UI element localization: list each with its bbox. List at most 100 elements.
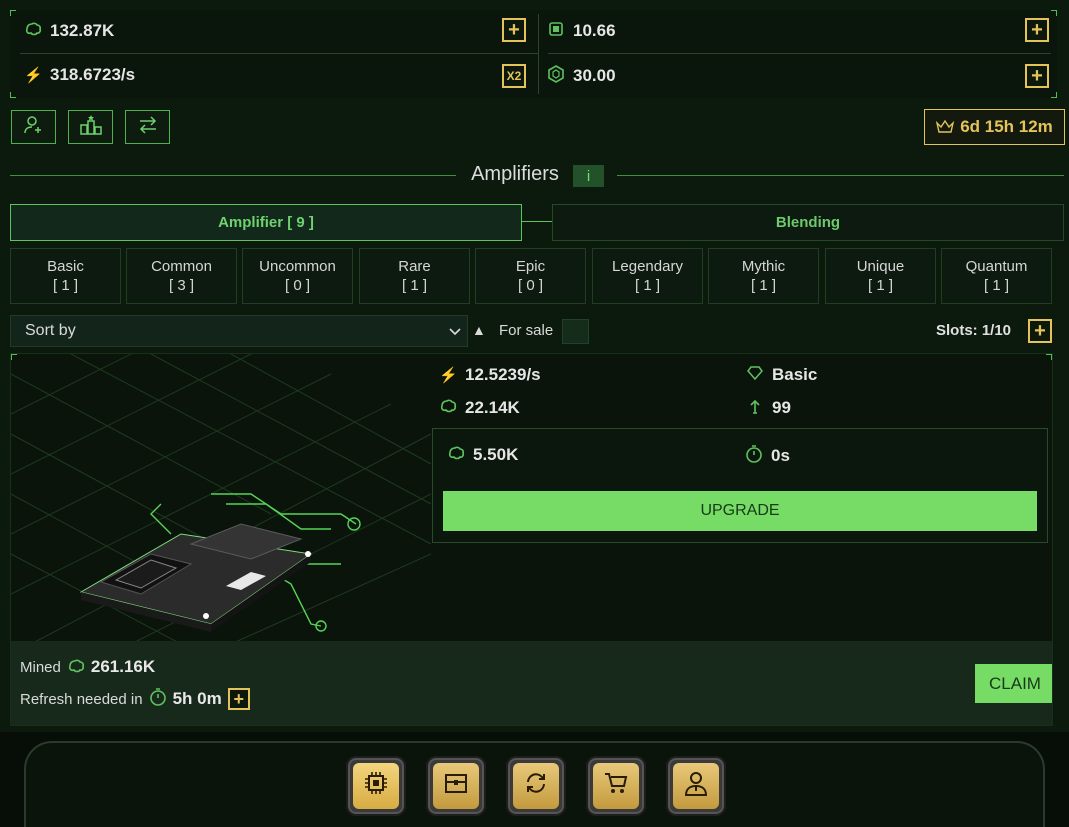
brain-balance: 132.87K bbox=[24, 21, 114, 41]
rarity-filter-basic[interactable]: Basic [ 1 ] bbox=[10, 248, 121, 304]
info-button[interactable]: i bbox=[573, 165, 604, 187]
rarity-name: Legendary bbox=[612, 258, 683, 275]
lightning-icon: ⚡ bbox=[24, 67, 43, 84]
swap-arrows-icon bbox=[138, 115, 158, 139]
brain-icon bbox=[439, 399, 457, 417]
chest-icon bbox=[443, 771, 469, 801]
amplifier-level: 99 bbox=[746, 398, 791, 418]
upgrade-time: 0s bbox=[745, 445, 790, 467]
mining-rate: ⚡ 318.6723/s bbox=[24, 65, 135, 85]
rarity-filter-common[interactable]: Common [ 3 ] bbox=[126, 248, 237, 304]
nav-exchange[interactable] bbox=[506, 756, 566, 816]
tab-blending[interactable]: Blending bbox=[552, 204, 1064, 241]
triangle-up-icon: ▲ bbox=[472, 322, 486, 338]
multiplier-button[interactable]: X2 bbox=[502, 64, 526, 88]
corner-decoration bbox=[1046, 354, 1052, 360]
plus-icon: + bbox=[233, 689, 244, 709]
tab-amplifier[interactable]: Amplifier [ 9 ] bbox=[10, 204, 522, 241]
brain-icon bbox=[447, 446, 465, 464]
divider bbox=[548, 53, 1051, 54]
leaderboard-button[interactable] bbox=[68, 110, 113, 144]
for-sale-checkbox[interactable] bbox=[562, 319, 589, 344]
add-gems-button[interactable]: + bbox=[1025, 18, 1049, 42]
rarity-name: Basic bbox=[47, 258, 84, 275]
refresh-row: Refresh needed in 5h 0m + bbox=[20, 688, 250, 710]
add-user-icon bbox=[23, 115, 44, 140]
user-icon bbox=[684, 770, 708, 802]
refresh-arrows-icon bbox=[523, 770, 549, 802]
nav-profile[interactable] bbox=[666, 756, 726, 816]
upgrade-cost: 5.50K bbox=[447, 445, 518, 465]
rarity-count: [ 3 ] bbox=[168, 277, 194, 294]
plus-icon: + bbox=[508, 19, 520, 41]
tab-blending-label: Blending bbox=[775, 214, 841, 231]
amplifier-brain-value: 22.14K bbox=[465, 398, 520, 417]
add-brain-button[interactable]: + bbox=[502, 18, 526, 42]
amplifier-chip-image bbox=[11, 354, 431, 644]
chip-gem-icon bbox=[547, 21, 565, 41]
rarity-filter-epic[interactable]: Epic [ 0 ] bbox=[475, 248, 586, 304]
rarity-filter-uncommon[interactable]: Uncommon [ 0 ] bbox=[242, 248, 353, 304]
season-timer[interactable]: 6d 15h 12m bbox=[924, 109, 1065, 145]
title-divider-left bbox=[10, 175, 456, 176]
mining-rate-value: 318.6723/s bbox=[50, 65, 136, 84]
level-up-arrow-icon bbox=[746, 398, 764, 418]
rarity-name: Unique bbox=[856, 258, 905, 275]
rarity-filter-mythic[interactable]: Mythic [ 1 ] bbox=[708, 248, 819, 304]
cpu-chip-icon bbox=[363, 770, 389, 802]
rarity-name: Uncommon bbox=[259, 258, 336, 275]
stopwatch-icon bbox=[745, 445, 763, 467]
info-icon: i bbox=[586, 167, 591, 185]
sort-direction-toggle[interactable]: ▲ bbox=[472, 322, 486, 338]
upgrade-cost-value: 5.50K bbox=[473, 445, 519, 464]
corner-decoration bbox=[1051, 92, 1057, 98]
rarity-filter-rare[interactable]: Rare [ 1 ] bbox=[359, 248, 470, 304]
tab-amplifier-label: Amplifier [ 9 ] bbox=[218, 214, 314, 231]
corner-decoration bbox=[10, 10, 16, 16]
divider bbox=[20, 53, 538, 54]
heart-outline-icon bbox=[746, 366, 764, 384]
nav-chest[interactable] bbox=[426, 756, 486, 816]
invite-friend-button[interactable] bbox=[11, 110, 56, 144]
add-tokens-button[interactable]: + bbox=[1025, 64, 1049, 88]
rarity-count: [ 1 ] bbox=[401, 277, 427, 294]
rarity-filter-legendary[interactable]: Legendary [ 1 ] bbox=[592, 248, 703, 304]
sort-select-label: Sort by bbox=[25, 322, 76, 339]
mined-row: Mined 261.16K bbox=[20, 657, 155, 677]
token-balance: 30.00 bbox=[547, 65, 616, 87]
divider bbox=[538, 14, 539, 94]
amplifier-rarity: Basic bbox=[746, 365, 817, 385]
add-slot-button[interactable]: + bbox=[1028, 319, 1052, 343]
upgrade-button[interactable]: UPGRADE bbox=[443, 491, 1037, 531]
brain-icon bbox=[24, 22, 42, 40]
rarity-count: [ 0 ] bbox=[517, 277, 543, 294]
chevron-down-icon bbox=[449, 324, 461, 339]
rarity-filter-quantum[interactable]: Quantum [ 1 ] bbox=[941, 248, 1052, 304]
brain-icon bbox=[67, 659, 85, 676]
multiplier-label: X2 bbox=[506, 69, 522, 83]
rarity-count: [ 0 ] bbox=[284, 277, 310, 294]
rarity-name: Mythic bbox=[741, 258, 786, 275]
refresh-value: 5h 0m bbox=[172, 689, 222, 708]
rarity-count: [ 1 ] bbox=[52, 277, 78, 294]
refresh-add-button[interactable]: + bbox=[227, 688, 250, 710]
claim-button[interactable]: CLAIM bbox=[975, 664, 1052, 703]
corner-decoration bbox=[1051, 10, 1057, 16]
rarity-count: [ 1 ] bbox=[750, 277, 776, 294]
nav-shop[interactable] bbox=[586, 756, 646, 816]
brain-balance-value: 132.87K bbox=[50, 21, 115, 40]
nav-amplifiers[interactable] bbox=[346, 756, 406, 816]
sort-select[interactable]: Sort by bbox=[10, 315, 468, 347]
amplifier-card[interactable]: ⚡ 12.5239/s Basic 22.14K 99 5.50K 0s UPG… bbox=[10, 353, 1053, 726]
lightning-icon: ⚡ bbox=[439, 367, 458, 384]
amplifier-brain: 22.14K bbox=[439, 398, 520, 418]
crown-icon bbox=[935, 119, 955, 136]
rarity-filter-unique[interactable]: Unique [ 1 ] bbox=[825, 248, 936, 304]
rarity-name: Common bbox=[151, 258, 212, 275]
upgrade-button-label: UPGRADE bbox=[700, 502, 780, 519]
hexagon-token-icon bbox=[547, 65, 565, 87]
podium-icon bbox=[79, 114, 102, 140]
transfer-button[interactable] bbox=[125, 110, 170, 144]
rarity-count: [ 1 ] bbox=[634, 277, 660, 294]
upgrade-panel: 5.50K 0s UPGRADE bbox=[432, 428, 1048, 543]
